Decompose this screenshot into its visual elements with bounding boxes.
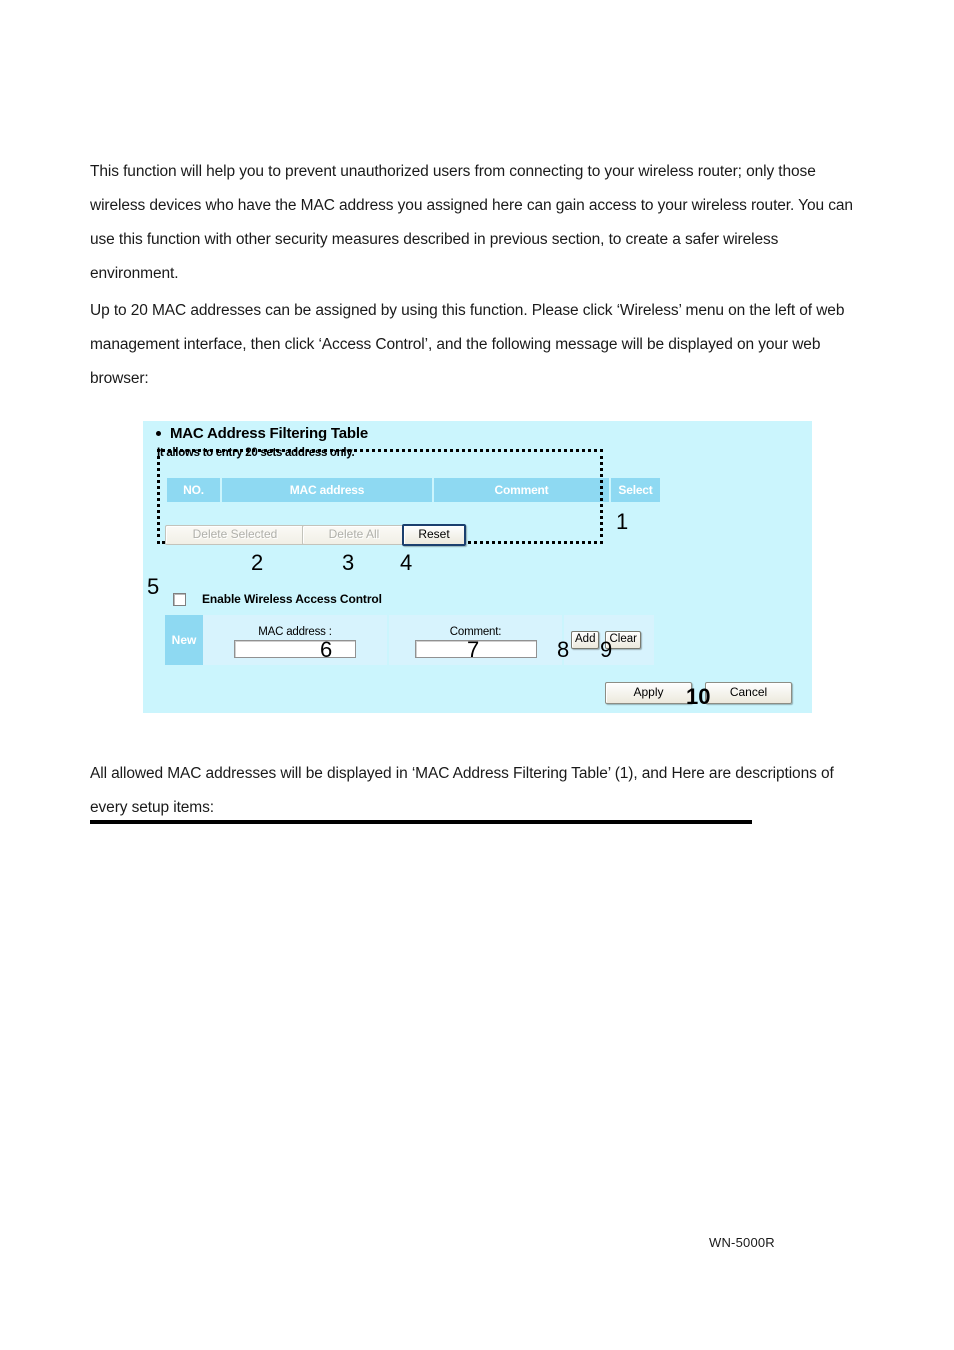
callout-number-3: 3 xyxy=(342,550,355,575)
column-header-select: Select xyxy=(611,478,660,502)
callout-number-2: 2 xyxy=(251,550,264,575)
panel-title-text: MAC Address Filtering Table xyxy=(170,425,368,442)
callout-number-7: 7 xyxy=(467,637,480,662)
mac-address-input[interactable] xyxy=(234,639,356,658)
callout-number-1: 1 xyxy=(616,509,629,534)
enable-wireless-access-control-row[interactable]: Enable Wireless Access Control xyxy=(173,592,382,606)
intro-paragraph-2: Up to 20 MAC addresses can be assigned b… xyxy=(90,302,845,387)
footer-model-label: WN-5000R xyxy=(709,1235,775,1250)
mac-filtering-panel: MAC Address Filtering Table It allows to… xyxy=(143,421,812,713)
callout-number-10: 10 xyxy=(686,684,711,709)
callout-number-4: 4 xyxy=(400,550,413,575)
delete-selected-button[interactable]: Delete Selected xyxy=(165,525,305,545)
new-entry-label: New xyxy=(165,615,203,665)
column-header-no: NO. xyxy=(167,478,220,502)
callout-number-5: 5 xyxy=(147,574,160,599)
enable-wireless-access-control-checkbox[interactable] xyxy=(173,592,186,606)
mac-filtering-table: NO. MAC address Comment Select xyxy=(165,478,662,512)
horizontal-divider xyxy=(90,820,752,824)
cancel-button[interactable]: Cancel xyxy=(705,682,792,704)
bullet-icon xyxy=(156,430,161,436)
table-empty-row xyxy=(167,502,660,512)
comment-label: Comment: xyxy=(449,625,502,638)
panel-title: MAC Address Filtering Table xyxy=(156,425,368,442)
reset-button[interactable]: Reset xyxy=(402,524,466,546)
outro-paragraph: All allowed MAC addresses will be displa… xyxy=(90,765,834,816)
add-button[interactable]: Add xyxy=(571,631,600,649)
new-entry-row: New MAC address : Comment: Add Clear xyxy=(165,615,654,665)
table-header-row: NO. MAC address Comment Select xyxy=(167,478,660,502)
panel-note: It allows to entry 20 sets address only. xyxy=(157,447,355,459)
column-header-comment: Comment xyxy=(434,478,609,502)
intro-paragraph-1: This function will help you to prevent u… xyxy=(90,163,853,282)
callout-number-8: 8 xyxy=(557,637,570,662)
apply-button[interactable]: Apply xyxy=(605,682,692,704)
table-body xyxy=(167,502,660,512)
mac-address-label: MAC address : xyxy=(258,625,332,638)
delete-all-button[interactable]: Delete All xyxy=(302,525,406,545)
enable-wireless-access-control-label: Enable Wireless Access Control xyxy=(202,592,382,606)
callout-number-6: 6 xyxy=(320,637,333,662)
new-entry-mac-cell: MAC address : xyxy=(203,615,389,665)
column-header-mac-address: MAC address xyxy=(222,478,432,502)
callout-number-9: 9 xyxy=(600,637,613,662)
